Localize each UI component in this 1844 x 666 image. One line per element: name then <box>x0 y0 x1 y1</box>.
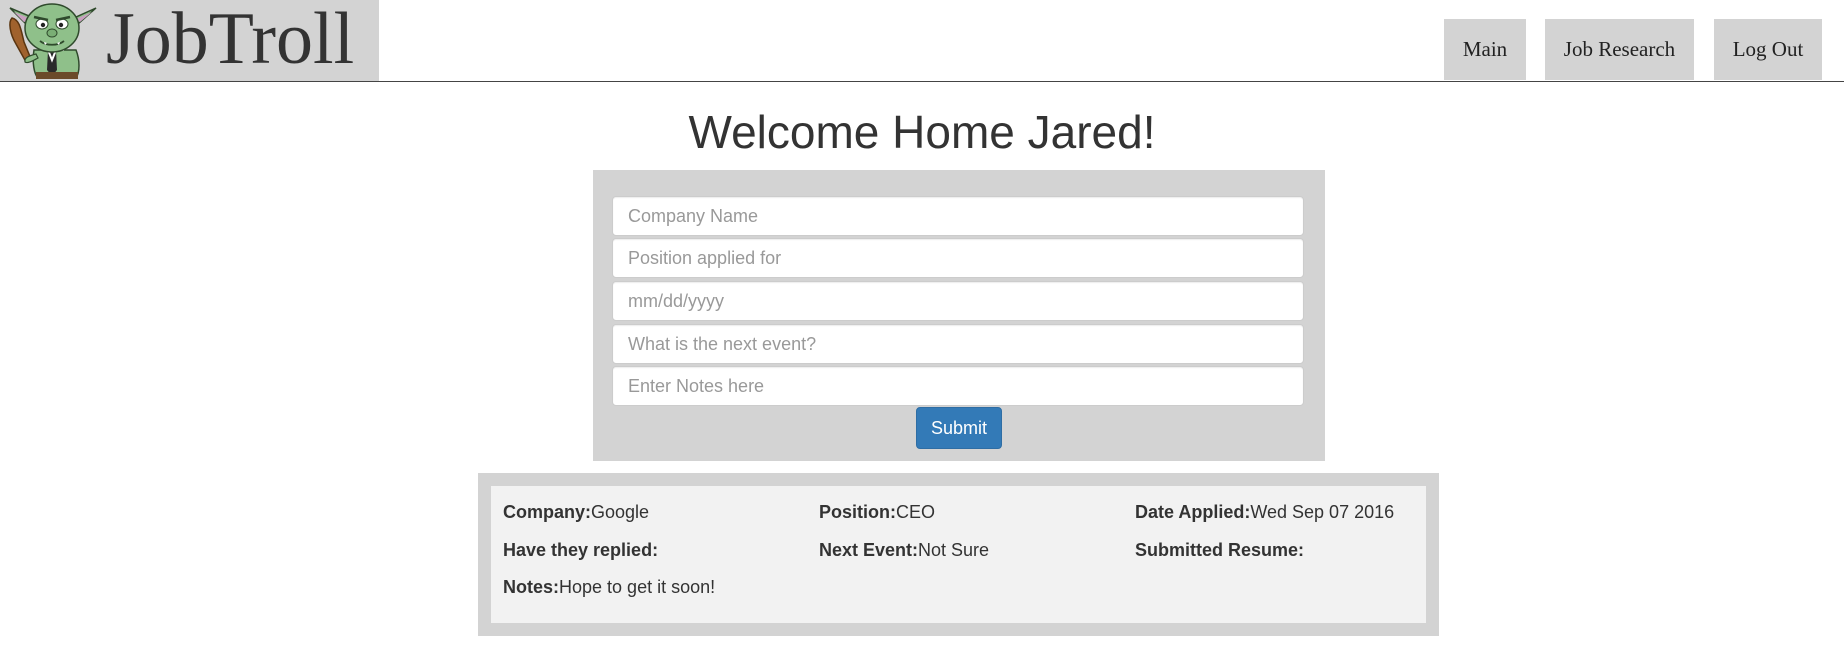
notes-value: Hope to get it soon! <box>559 577 716 597</box>
submitted-resume-field: Submitted Resume: <box>1135 539 1304 561</box>
notes-field: Notes:Hope to get it soon! <box>503 576 715 598</box>
next-event-label: Next Event: <box>819 540 919 560</box>
job-record-card: Company:Google Position:CEO Date Applied… <box>491 486 1426 623</box>
job-record-panel: Company:Google Position:CEO Date Applied… <box>478 473 1439 636</box>
nav-job-research-button[interactable]: Job Research <box>1545 19 1694 80</box>
company-value: Google <box>591 502 650 522</box>
notes-input[interactable] <box>612 366 1304 406</box>
date-applied-value: Wed Sep 07 2016 <box>1250 502 1395 522</box>
position-value: CEO <box>896 502 936 522</box>
date-applied-input[interactable] <box>612 281 1304 321</box>
next-event-input[interactable] <box>612 324 1304 364</box>
nav-log-out-button[interactable]: Log Out <box>1714 19 1822 80</box>
company-label: Company: <box>503 502 592 522</box>
position-label: Position: <box>819 502 896 522</box>
submit-button[interactable]: Submit <box>916 407 1002 449</box>
company-name-input[interactable] <box>612 196 1304 236</box>
company-field: Company:Google <box>503 501 649 523</box>
replied-label: Have they replied: <box>503 540 659 560</box>
next-event-field: Next Event:Not Sure <box>819 539 989 561</box>
brand-block[interactable]: JobTroll <box>0 0 379 81</box>
submitted-resume-label: Submitted Resume: <box>1135 540 1305 560</box>
date-applied-field: Date Applied:Wed Sep 07 2016 <box>1135 501 1394 523</box>
job-entry-form: Submit <box>593 170 1325 461</box>
notes-label: Notes: <box>503 577 560 597</box>
top-navbar: JobTroll Main Job Research Log Out <box>0 0 1844 82</box>
date-applied-label: Date Applied: <box>1135 502 1251 522</box>
replied-field: Have they replied: <box>503 539 658 561</box>
brand-name: JobTroll <box>106 0 355 80</box>
position-field: Position:CEO <box>819 501 935 523</box>
page-title: Welcome Home Jared! <box>688 106 1156 158</box>
nav-main-button[interactable]: Main <box>1444 19 1526 80</box>
next-event-value: Not Sure <box>918 540 990 560</box>
troll-mascot-icon <box>9 3 97 79</box>
position-input[interactable] <box>612 238 1304 278</box>
